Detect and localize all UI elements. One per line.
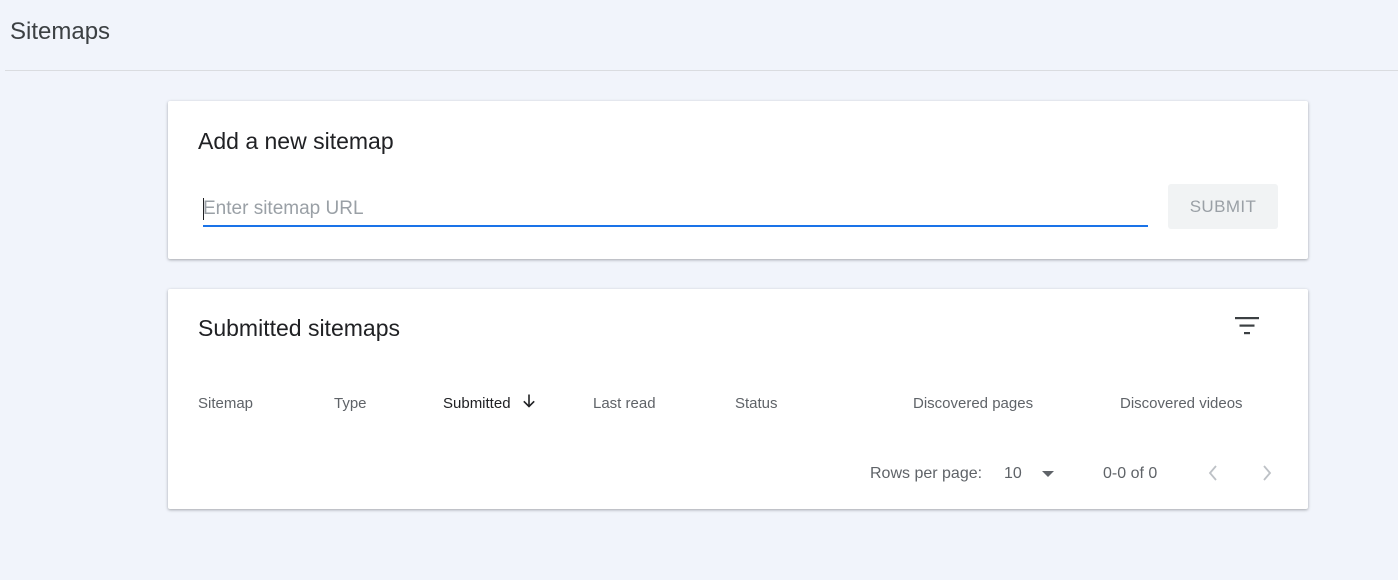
column-header-discovered-pages[interactable]: Discovered pages: [913, 395, 1033, 412]
page-title: Sitemaps: [10, 18, 111, 45]
text-cursor: [203, 198, 204, 220]
rows-per-page-label: Rows per page:: [870, 465, 983, 482]
add-sitemap-title: Add a new sitemap: [198, 128, 394, 154]
add-sitemap-card: Add a new sitemap SUBMIT: [168, 101, 1308, 259]
page-header: Sitemaps: [0, 0, 1398, 70]
column-header-submitted[interactable]: Submitted: [443, 395, 511, 412]
column-header-status[interactable]: Status: [735, 395, 778, 412]
submitted-sitemaps-card: Submitted sitemaps Sitemap Type Submitte…: [168, 289, 1308, 509]
column-header-sitemap[interactable]: Sitemap: [198, 395, 253, 412]
sitemap-url-input[interactable]: [203, 193, 1148, 227]
arrow-downward-icon[interactable]: [521, 393, 537, 409]
arrow-drop-down-icon[interactable]: [1040, 468, 1056, 480]
filter-list-icon[interactable]: [1234, 315, 1260, 337]
chevron-right-icon[interactable]: [1260, 463, 1274, 483]
submitted-sitemaps-title: Submitted sitemaps: [198, 315, 400, 341]
header-divider: [5, 70, 1398, 71]
column-header-last-read[interactable]: Last read: [593, 395, 656, 412]
chevron-left-icon[interactable]: [1206, 463, 1220, 483]
column-header-type[interactable]: Type: [334, 395, 367, 412]
pagination-range: 0-0 of 0: [1103, 465, 1158, 482]
rows-per-page-select[interactable]: 10: [1004, 465, 1022, 483]
submit-button[interactable]: SUBMIT: [1168, 184, 1278, 229]
column-header-discovered-videos[interactable]: Discovered videos: [1120, 395, 1243, 412]
